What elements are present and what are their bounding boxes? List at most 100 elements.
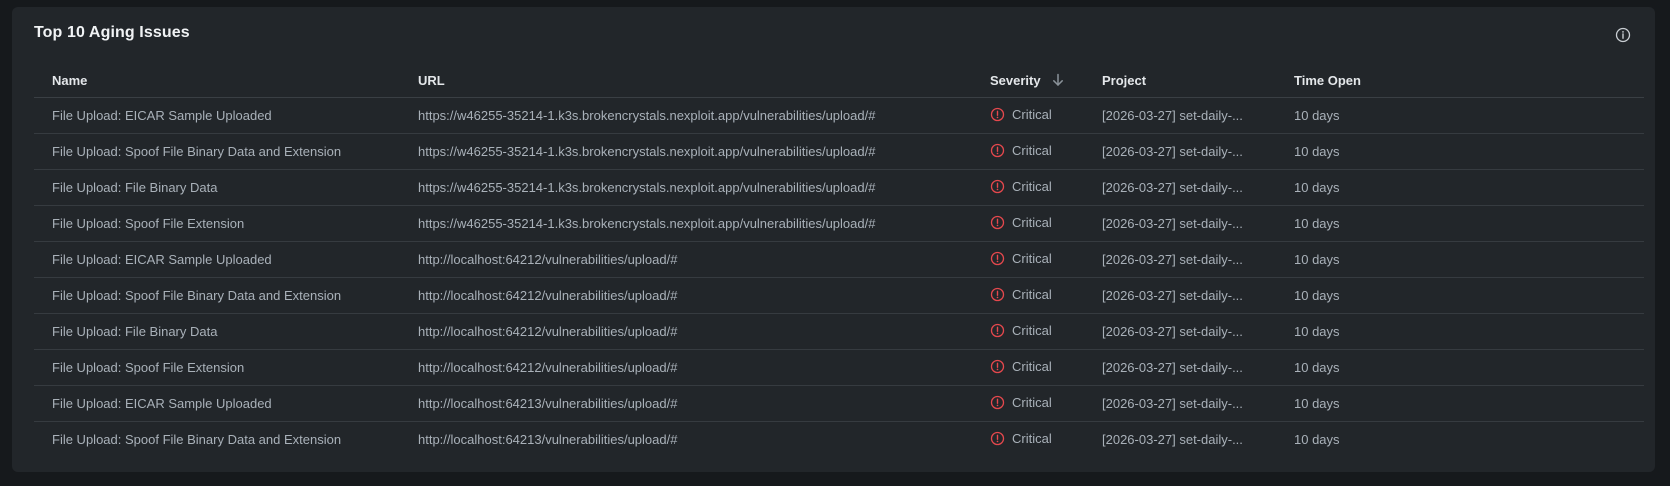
column-header-url[interactable]: URL [400,63,972,98]
issue-url: http://localhost:64213/vulnerabilities/u… [400,385,972,422]
info-icon[interactable] [1613,25,1633,45]
alert-circle-icon [990,323,1005,338]
severity-badge: Critical [990,395,1052,410]
issue-time-open: 10 days [1276,169,1644,206]
issue-time-open: 10 days [1276,277,1644,314]
issue-project: [2026-03-27] set-daily-... [1084,205,1276,242]
severity-label: Critical [1012,394,1052,410]
issue-time-open: 10 days [1276,97,1644,134]
issue-url: https://w46255-35214-1.k3s.brokencrystal… [400,169,972,206]
issue-severity: Critical [972,97,1084,134]
alert-circle-icon [990,143,1005,158]
alert-circle-icon [990,107,1005,122]
severity-label: Critical [1012,214,1052,230]
issue-name[interactable]: File Upload: Spoof File Binary Data and … [34,422,400,458]
alert-circle-icon [990,395,1005,410]
arrow-down-icon[interactable] [1052,73,1064,87]
table-row[interactable]: File Upload: EICAR Sample Uploaded http:/… [34,385,1644,422]
column-header-name[interactable]: Name [34,63,400,98]
issue-name[interactable]: File Upload: EICAR Sample Uploaded [34,385,400,422]
issue-severity: Critical [972,277,1084,314]
issue-url: http://localhost:64213/vulnerabilities/u… [418,432,678,447]
issue-time-open: 10 days [1276,205,1644,242]
issue-time-open: 10 days [1276,349,1644,386]
aging-issues-widget: Top 10 Aging Issues Name URL Severity Pr… [12,7,1655,472]
issue-project: [2026-03-27] set-daily-... [1084,133,1276,170]
issue-name[interactable]: File Upload: Spoof File Extension [34,205,400,242]
issue-url: http://localhost:64212/vulnerabilities/u… [400,241,972,278]
issue-time-open: 10 days [1294,432,1340,447]
alert-circle-icon [990,179,1005,194]
issue-name[interactable]: File Upload: Spoof File Binary Data and … [34,133,400,170]
issue-project: [2026-03-27] set-daily-... [1084,277,1276,314]
severity-badge: Critical [990,107,1052,122]
issue-name[interactable]: File Upload: Spoof File Extension [34,349,400,386]
severity-label: Critical [1012,322,1052,338]
issue-severity: Critical [972,422,1084,458]
table-body: File Upload: EICAR Sample Uploaded https:… [34,97,1644,458]
column-header-project[interactable]: Project [1084,63,1276,98]
column-header-severity-label: Severity [990,72,1041,88]
issue-severity: Critical [972,241,1084,278]
issue-time-open: 10 days [1276,313,1644,350]
severity-label: Critical [1012,430,1052,446]
issue-time-open: 10 days [1276,133,1644,170]
severity-badge: Critical [990,359,1052,374]
table-row[interactable]: File Upload: File Binary Data https://w46… [34,169,1644,206]
issue-url: https://w46255-35214-1.k3s.brokencrystal… [400,97,972,134]
issue-name[interactable]: File Upload: EICAR Sample Uploaded [34,241,400,278]
table-row[interactable]: File Upload: EICAR Sample Uploaded https:… [34,97,1644,134]
issue-time-open: 10 days [1276,385,1644,422]
table-row[interactable]: File Upload: File Binary Data http://loca… [34,313,1644,350]
widget-title: Top 10 Aging Issues [34,24,190,41]
issue-url: http://localhost:64212/vulnerabilities/u… [400,349,972,386]
issue-project: [2026-03-27] set-daily-... [1084,169,1276,206]
table-row[interactable]: File Upload: Spoof File Binary Data and … [34,277,1644,314]
table-row[interactable]: File Upload: Spoof File Extension https:/… [34,205,1644,242]
severity-badge: Critical [990,323,1052,338]
issue-severity: Critical [972,133,1084,170]
issue-project: [2026-03-27] set-daily-... [1102,432,1243,447]
issue-severity: Critical [972,349,1084,386]
severity-label: Critical [1012,286,1052,302]
issue-project: [2026-03-27] set-daily-... [1084,241,1276,278]
alert-circle-icon [990,215,1005,230]
table-row[interactable]: File Upload: EICAR Sample Uploaded http:/… [34,241,1644,278]
issue-severity: Critical [972,169,1084,206]
issue-severity: Critical [972,385,1084,422]
issue-url: http://localhost:64212/vulnerabilities/u… [400,313,972,350]
severity-badge: Critical [990,431,1052,446]
column-header-time-open[interactable]: Time Open [1276,63,1644,98]
issue-name[interactable]: File Upload: Spoof File Binary Data and … [34,277,400,314]
severity-badge: Critical [990,143,1052,158]
alert-circle-icon [990,251,1005,266]
severity-label: Critical [1012,250,1052,266]
severity-badge: Critical [990,215,1052,230]
table-row[interactable]: File Upload: Spoof File Extension http://… [34,349,1644,386]
issue-project: [2026-03-27] set-daily-... [1084,313,1276,350]
severity-badge: Critical [990,287,1052,302]
issue-project: [2026-03-27] set-daily-... [1084,385,1276,422]
issue-project: [2026-03-27] set-daily-... [1084,97,1276,134]
issue-severity: Critical [972,313,1084,350]
table-row[interactable]: File Upload: Spoof File Binary Data and … [34,422,1644,458]
severity-label: Critical [1012,358,1052,374]
severity-label: Critical [1012,142,1052,158]
aging-issues-table: Name URL Severity Project Time Open File… [34,63,1644,457]
issue-severity: Critical [972,205,1084,242]
issue-time-open: 10 days [1276,241,1644,278]
issue-name[interactable]: File Upload: EICAR Sample Uploaded [34,97,400,134]
issue-name[interactable]: File Upload: File Binary Data [34,169,400,206]
issue-name[interactable]: File Upload: File Binary Data [34,313,400,350]
issue-url: https://w46255-35214-1.k3s.brokencrystal… [400,205,972,242]
severity-badge: Critical [990,179,1052,194]
alert-circle-icon [990,359,1005,374]
column-header-severity[interactable]: Severity [972,63,1084,98]
table-header-row: Name URL Severity Project Time Open [34,63,1644,98]
severity-badge: Critical [990,251,1052,266]
severity-label: Critical [1012,106,1052,122]
alert-circle-icon [990,431,1005,446]
table-row[interactable]: File Upload: Spoof File Binary Data and … [34,133,1644,170]
issue-url: http://localhost:64212/vulnerabilities/u… [400,277,972,314]
issue-url: https://w46255-35214-1.k3s.brokencrystal… [400,133,972,170]
